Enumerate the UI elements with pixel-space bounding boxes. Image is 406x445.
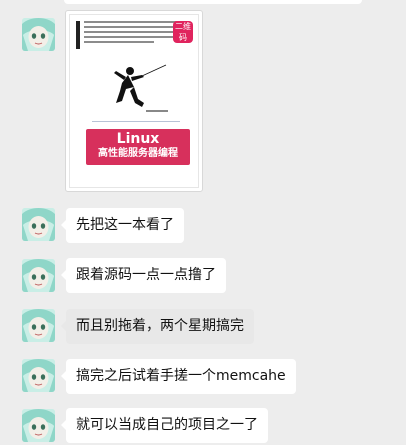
sender-avatar[interactable]: [22, 18, 55, 51]
book-english-subtitle: [92, 121, 180, 122]
message-bubble-selected[interactable]: 而且别拖着，两个星期搞完: [61, 309, 254, 344]
anime-avatar-icon: [22, 409, 55, 442]
anime-avatar-icon: [22, 208, 55, 241]
fencer-illustration-icon: [114, 64, 167, 107]
book-cover-text-lines: [84, 21, 180, 46]
book-subtitle: 高性能服务器编程: [98, 148, 178, 159]
book-author: [146, 110, 168, 112]
anime-avatar-icon: [22, 359, 55, 392]
book-title: Linux: [116, 131, 160, 147]
book-title-box: Linux 高性能服务器编程: [86, 129, 190, 165]
sender-avatar[interactable]: [22, 309, 55, 342]
message-bubble[interactable]: 跟着源码一点一点撸了: [61, 258, 226, 293]
message-bubble[interactable]: 就可以当成自己的项目之一了: [61, 408, 268, 443]
anime-avatar-icon: [22, 18, 55, 51]
book-image-message[interactable]: 二维码 Linux 高性能服务器编程: [65, 10, 203, 192]
chat-area: 二维码 Linux 高性能服务器编程 先把这一本看了 跟着源码一点一点撸了 而且…: [0, 0, 406, 445]
message-text: 跟着源码一点一点撸了: [76, 267, 216, 283]
anime-avatar-icon: [22, 259, 55, 292]
anime-avatar-icon: [22, 309, 55, 342]
sender-avatar[interactable]: [22, 409, 55, 442]
message-bubble[interactable]: 搞完之后试着手搓一个memcahe: [61, 359, 296, 394]
book-publisher: [125, 175, 153, 183]
previous-message-bubble[interactable]: [64, 0, 362, 4]
book-badge-text: 二维码: [175, 22, 191, 42]
message-text: 先把这一本看了: [76, 217, 174, 233]
message-text: 搞完之后试着手搓一个memcahe: [76, 368, 286, 384]
message-text: 而且别拖着，两个星期搞完: [76, 318, 244, 334]
message-bubble[interactable]: 先把这一本看了: [61, 208, 184, 243]
sender-avatar[interactable]: [22, 259, 55, 292]
book-spine-mark: [76, 21, 80, 49]
sender-avatar[interactable]: [22, 359, 55, 392]
book-badge: 二维码: [173, 21, 193, 43]
message-text: 就可以当成自己的项目之一了: [76, 417, 258, 433]
book-cover: 二维码 Linux 高性能服务器编程: [69, 14, 199, 188]
sender-avatar[interactable]: [22, 208, 55, 241]
